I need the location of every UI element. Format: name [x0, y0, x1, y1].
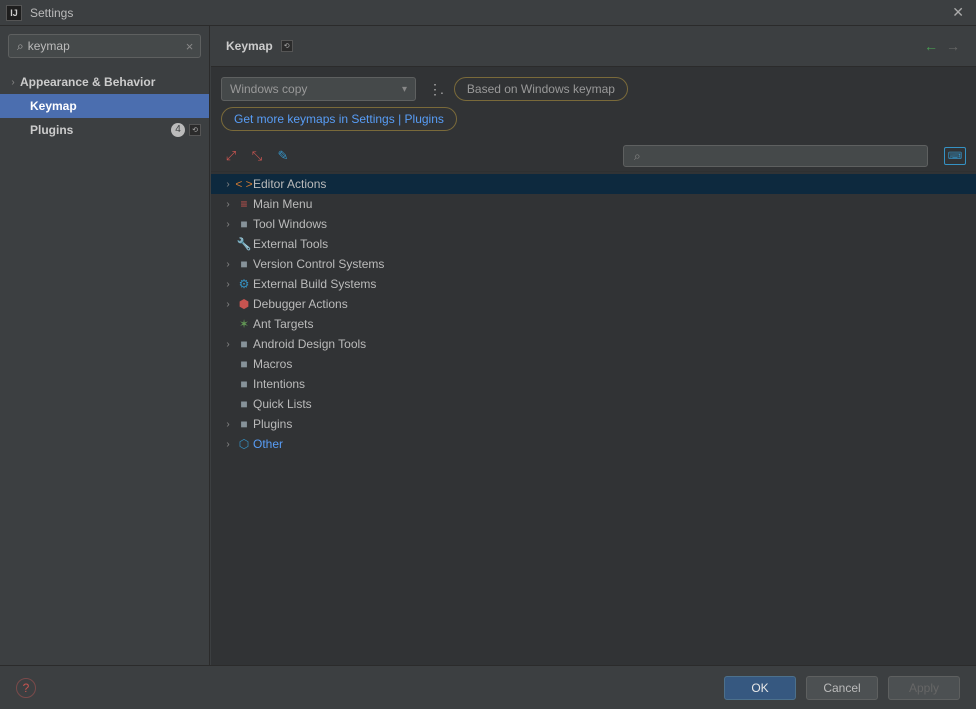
keymap-scheme-combo[interactable]: Windows copy ▾ — [221, 77, 416, 101]
sidebar-item-plugins[interactable]: Plugins4 ⟲ — [0, 118, 209, 142]
search-icon: ⌕ — [634, 149, 641, 164]
content-pane: Keymap ⟲ ← → Windows copy ▾ ⋮. Based on … — [210, 26, 976, 665]
folder-icon: ■ — [235, 217, 253, 231]
tree-row-other[interactable]: ›⬡Other — [211, 434, 976, 454]
help-icon[interactable]: ? — [16, 678, 36, 698]
search-icon: ⌕ — [17, 39, 24, 54]
find-by-shortcut-icon[interactable]: ⌨ — [944, 147, 966, 165]
chevron-right-icon: › — [221, 199, 235, 210]
restart-required-icon: ⟲ — [281, 40, 293, 52]
tree-row-label: External Build Systems — [253, 277, 376, 291]
scheme-actions-icon[interactable]: ⋮. — [426, 81, 444, 98]
tree-row-label: Editor Actions — [253, 177, 326, 191]
tree-row-macros[interactable]: ›■Macros — [211, 354, 976, 374]
sidebar-item-label: Appearance & Behavior — [20, 75, 201, 89]
expand-all-icon[interactable]: ⤢ — [221, 146, 241, 166]
tree-row-external-build-systems[interactable]: ›⚙External Build Systems — [211, 274, 976, 294]
chevron-right-icon: › — [221, 439, 235, 450]
gear-icon: ⚙ — [235, 277, 253, 291]
based-on-badge: Based on Windows keymap — [454, 77, 628, 101]
tree-row-version-control-systems[interactable]: ›■Version Control Systems — [211, 254, 976, 274]
tree-row-label: Main Menu — [253, 197, 312, 211]
tree-row-label: External Tools — [253, 237, 328, 251]
tree-row-label: Tool Windows — [253, 217, 327, 231]
tree-row-label: Plugins — [253, 417, 292, 431]
sidebar-item-label: Plugins — [30, 123, 171, 137]
settings-nav: ›Appearance & Behavior Keymap Plugins4 ⟲ — [0, 70, 209, 142]
edit-shortcut-icon[interactable]: ✎ — [273, 146, 293, 166]
nav-forward-icon: → — [946, 38, 960, 54]
dialog-footer: ? OK Cancel Apply — [0, 665, 976, 709]
action-search[interactable]: ⌕ — [623, 145, 928, 167]
sidebar-item-label: Keymap — [30, 99, 201, 113]
chevron-right-icon: › — [221, 299, 235, 310]
page-title: Keymap — [226, 39, 273, 53]
sidebar: ⌕ × ›Appearance & Behavior Keymap Plugins4… — [0, 26, 210, 665]
tree-row-label: Other — [253, 437, 283, 451]
tree-row-editor-actions[interactable]: ›< >Editor Actions — [211, 174, 976, 194]
chevron-right-icon: › — [221, 219, 235, 230]
tree-row-label: Ant Targets — [253, 317, 313, 331]
sidebar-item-appearance-behavior[interactable]: ›Appearance & Behavior — [0, 70, 209, 94]
chevron-right-icon: › — [221, 339, 235, 350]
clear-search-icon[interactable]: × — [186, 39, 194, 54]
chevron-right-icon: › — [221, 259, 235, 270]
tree-row-label: Intentions — [253, 377, 305, 391]
sidebar-item-keymap[interactable]: Keymap — [0, 94, 209, 118]
tree-row-ant-targets[interactable]: ›✶Ant Targets — [211, 314, 976, 334]
tree-row-label: Debugger Actions — [253, 297, 348, 311]
tree-row-intentions[interactable]: ›■Intentions — [211, 374, 976, 394]
chevron-right-icon: › — [221, 419, 235, 430]
get-more-keymaps-link[interactable]: Get more keymaps in Settings | Plugins — [221, 107, 457, 131]
tree-row-external-tools[interactable]: ›🔧External Tools — [211, 234, 976, 254]
tree-row-main-menu[interactable]: ›≡Main Menu — [211, 194, 976, 214]
chevron-right-icon: › — [221, 179, 235, 190]
collapse-all-icon[interactable]: ⤡ — [247, 146, 267, 166]
breadcrumb-bar: Keymap ⟲ ← → — [210, 26, 976, 66]
tree-row-tool-windows[interactable]: ›■Tool Windows — [211, 214, 976, 234]
chevron-right-icon: › — [6, 77, 20, 88]
keymap-scheme-value: Windows copy — [230, 82, 307, 96]
tree-row-label: Android Design Tools — [253, 337, 366, 351]
menu-icon: ≡ — [235, 197, 253, 211]
cancel-button[interactable]: Cancel — [806, 676, 878, 700]
action-search-input[interactable] — [645, 149, 921, 164]
folder-icon: ■ — [235, 357, 253, 371]
settings-search-input[interactable] — [28, 39, 183, 53]
tree-row-debugger-actions[interactable]: ›⬢Debugger Actions — [211, 294, 976, 314]
titlebar: IJ Settings ✕ — [0, 0, 976, 26]
tree-row-label: Version Control Systems — [253, 257, 384, 271]
chevron-down-icon: ▾ — [402, 84, 407, 95]
chevron-right-icon: › — [221, 279, 235, 290]
app-icon: IJ — [6, 5, 22, 21]
folder-icon: ■ — [235, 257, 253, 271]
bug-icon: ⬢ — [235, 297, 253, 311]
tree-row-plugins[interactable]: ›■Plugins — [211, 414, 976, 434]
apply-button: Apply — [888, 676, 960, 700]
count-badge: 4 — [171, 123, 185, 137]
tree-row-quick-lists[interactable]: ›■Quick Lists — [211, 394, 976, 414]
close-icon[interactable]: ✕ — [946, 4, 970, 21]
wrench-icon: 🔧 — [235, 237, 253, 251]
folder-icon: ■ — [235, 377, 253, 391]
folder-icon: ■ — [235, 397, 253, 411]
tree-row-label: Macros — [253, 357, 292, 371]
restart-required-icon: ⟲ — [189, 124, 201, 136]
code-icon: < > — [235, 177, 253, 191]
nav-back-icon[interactable]: ← — [924, 38, 938, 54]
settings-search[interactable]: ⌕ × — [8, 34, 201, 58]
action-tree[interactable]: ›< >Editor Actions›≡Main Menu›■Tool Wind… — [211, 172, 976, 665]
ant-icon: ✶ — [235, 317, 253, 331]
ok-button[interactable]: OK — [724, 676, 796, 700]
basket-icon: ⬡ — [235, 437, 253, 451]
folder-icon: ■ — [235, 417, 253, 431]
window-title: Settings — [30, 6, 946, 20]
tree-row-android-design-tools[interactable]: ›■Android Design Tools — [211, 334, 976, 354]
tree-row-label: Quick Lists — [253, 397, 312, 411]
folder-icon: ■ — [235, 337, 253, 351]
